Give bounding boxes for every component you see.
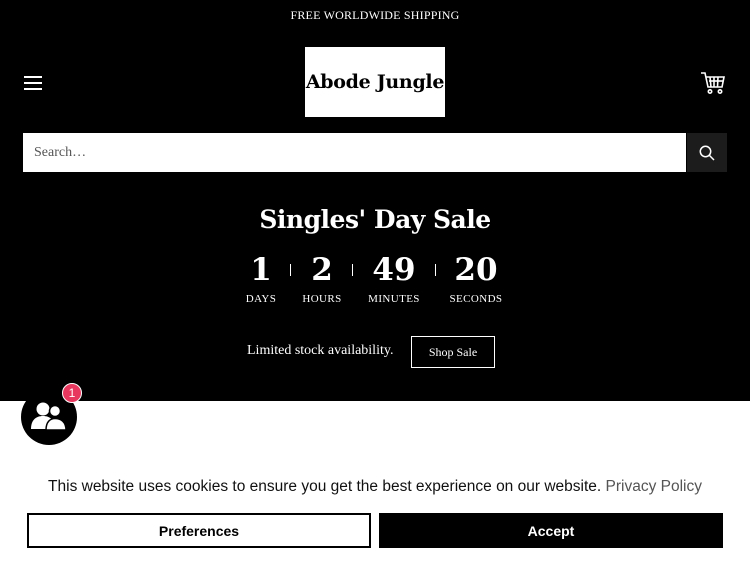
cart-icon[interactable] — [700, 70, 726, 96]
hero-section: FREE WORLDWIDE SHIPPING Abode Jungle Sin… — [0, 0, 750, 401]
countdown-days: 1 DAYS — [245, 252, 277, 305]
preferences-button[interactable]: Preferences — [27, 513, 371, 548]
countdown-minutes: 49 MINUTES — [364, 252, 424, 305]
search-input[interactable] — [23, 133, 686, 172]
countdown-seconds-label: SECONDS — [449, 293, 503, 305]
privacy-policy-link[interactable]: Privacy Policy — [606, 478, 702, 495]
cookie-message: This website uses cookies to ensure you … — [48, 478, 602, 495]
announcement-bar: FREE WORLDWIDE SHIPPING — [290, 8, 460, 22]
countdown-days-value: 1 — [250, 252, 272, 288]
countdown-separator — [352, 264, 353, 276]
stock-availability-text: Limited stock availability. — [247, 343, 394, 358]
accept-button[interactable]: Accept — [379, 513, 723, 548]
chat-notification-badge: 1 — [62, 383, 82, 403]
shop-sale-button[interactable]: Shop Sale — [411, 336, 495, 368]
countdown-separator — [290, 264, 291, 276]
cookie-banner-message: This website uses cookies to ensure you … — [0, 478, 750, 496]
countdown-hours-value: 2 — [311, 252, 333, 288]
sale-title: Singles' Day Sale — [259, 205, 491, 234]
countdown-minutes-label: MINUTES — [368, 293, 420, 305]
countdown-seconds-value: 20 — [454, 252, 498, 288]
countdown-seconds: 20 SECONDS — [446, 252, 506, 305]
site-logo[interactable]: Abode Jungle — [305, 47, 445, 117]
hamburger-menu-icon[interactable] — [24, 74, 42, 92]
countdown-hours: 2 HOURS — [299, 252, 345, 305]
countdown-separator — [435, 264, 436, 276]
countdown-hours-label: HOURS — [302, 293, 342, 305]
search-button[interactable] — [687, 133, 727, 172]
countdown-minutes-value: 49 — [372, 252, 416, 288]
countdown-days-label: DAYS — [245, 293, 277, 305]
search-icon — [699, 145, 715, 161]
